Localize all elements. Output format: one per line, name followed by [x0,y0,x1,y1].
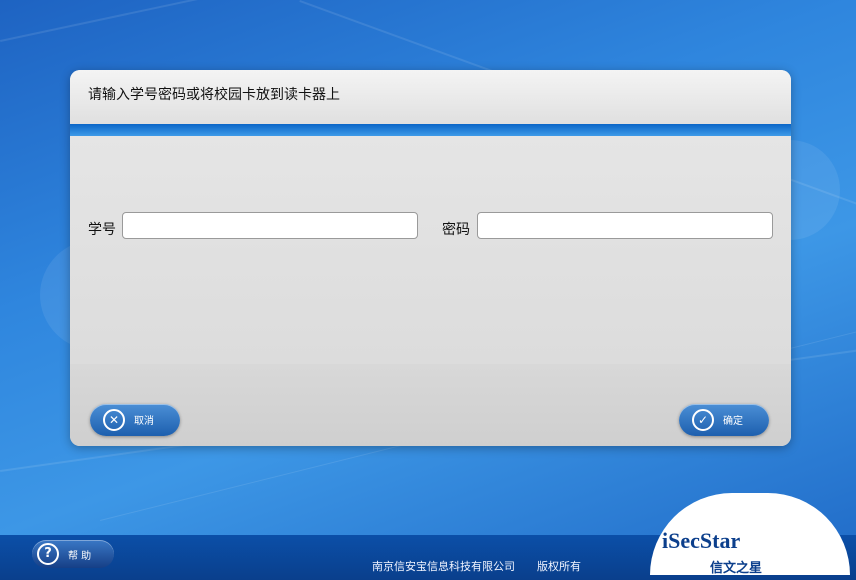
student-id-input[interactable] [122,212,418,239]
question-icon: ? [37,543,59,565]
dialog-header: 请输入学号密码或将校园卡放到读卡器上 [70,70,791,124]
cancel-button[interactable]: ✕ 取消 [90,404,180,436]
cancel-x-icon: ✕ [103,409,125,431]
check-icon: ✓ [692,409,714,431]
accent-band [70,124,791,136]
help-label: 帮 助 [68,551,92,562]
cancel-button-label: 取消 [134,416,154,427]
form-area [70,136,791,364]
student-id-label: 学号 [88,222,116,238]
password-input[interactable] [477,212,773,239]
dialog-title: 请输入学号密码或将校园卡放到读卡器上 [88,87,340,103]
confirm-button-label: 确定 [723,416,743,427]
confirm-button[interactable]: ✓ 确定 [679,404,769,436]
copyright-text: 南京信安宝信息科技有限公司 版权所有 [372,560,581,573]
background-streak [0,0,856,42]
login-dialog: 请输入学号密码或将校园卡放到读卡器上 学号 密码 ✕ 取消 ✓ 确定 [70,70,791,446]
password-label: 密码 [442,222,470,238]
dialog-footer [70,364,791,446]
brand-logo-text: iSecStar [662,528,741,553]
help-button[interactable]: ? 帮 助 [32,540,114,568]
brand-logo-subtitle: 信文之星 [710,561,763,576]
